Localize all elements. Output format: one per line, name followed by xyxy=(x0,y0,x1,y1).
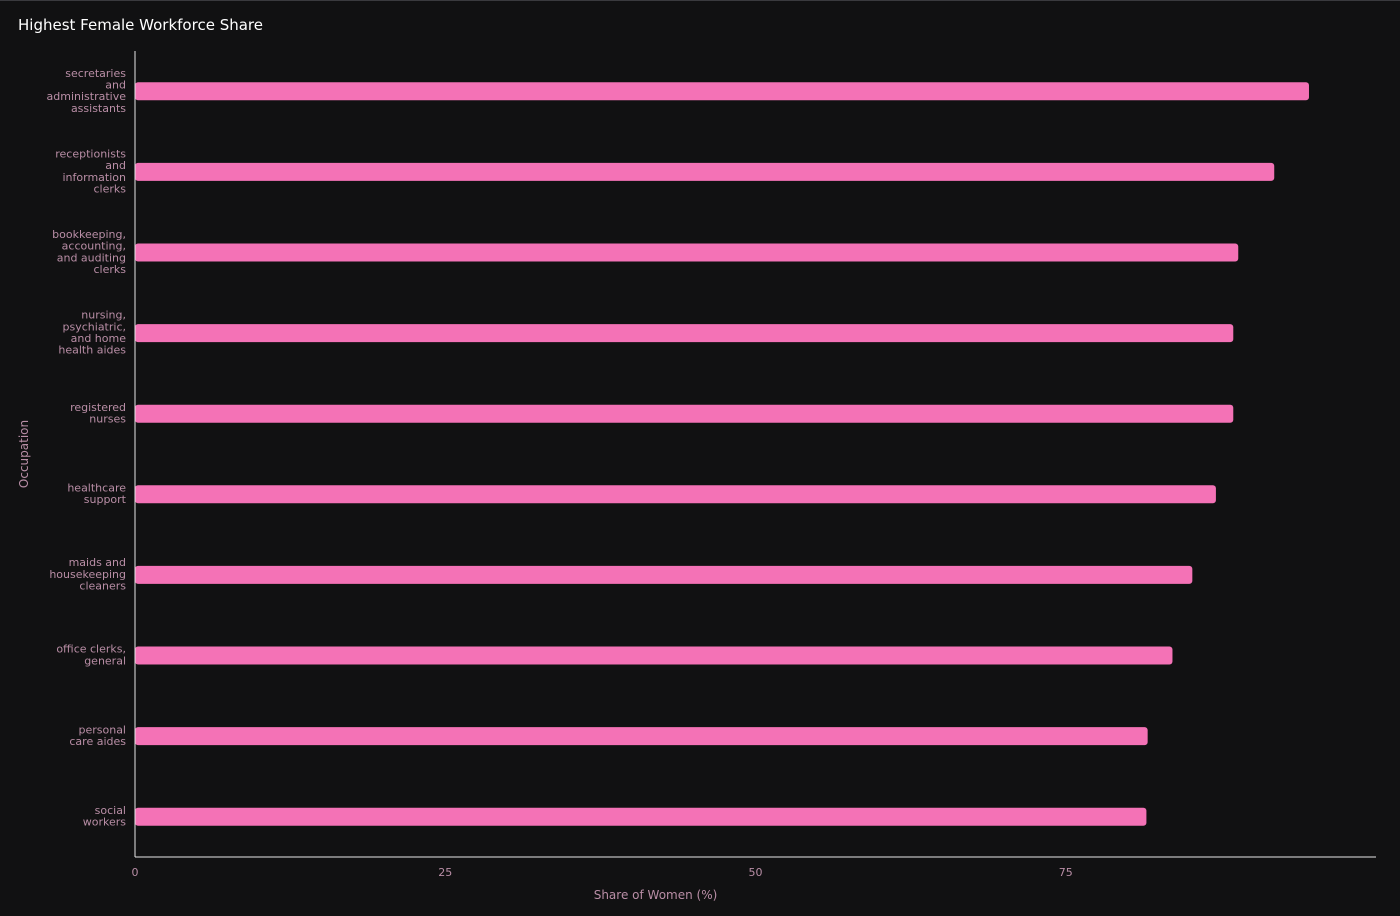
bar-6 xyxy=(135,565,1193,584)
bar-7 xyxy=(135,646,1173,665)
bar-chart: secretaries and administrative assistants re… xyxy=(17,51,1376,902)
x-tick-label-1: 25 xyxy=(438,866,452,879)
category-label-9: social workers xyxy=(83,804,127,829)
bar-4 xyxy=(135,404,1234,423)
x-tick-label-0: 0 xyxy=(132,866,139,879)
chart-frame: Highest Female Workforce Share secretari… xyxy=(0,0,1400,916)
category-label-0: secretaries and administrative assistants xyxy=(47,67,127,115)
bar-8 xyxy=(135,727,1148,746)
category-label-8: personal care aides xyxy=(69,723,126,748)
bar-1 xyxy=(135,162,1275,181)
category-label-7: office clerks, general xyxy=(56,643,126,668)
category-label-2: bookkeeping, accounting, and auditing clerk… xyxy=(52,228,126,276)
category-label-1: receptionists and information clerks xyxy=(55,147,126,195)
category-label-5: healthcare support xyxy=(67,481,126,506)
category-label-3: nursing, psychiatric, and home health aides xyxy=(58,309,126,357)
category-label-4: registered nurses xyxy=(70,401,126,426)
x-tick-label-2: 50 xyxy=(749,866,763,879)
bar-9 xyxy=(135,807,1147,826)
x-tick-label-3: 75 xyxy=(1059,866,1073,879)
bar-0 xyxy=(135,82,1309,101)
bar-5 xyxy=(135,485,1216,504)
x-axis-title: Share of Women (%) xyxy=(594,888,718,902)
y-axis-title: Occupation xyxy=(17,420,31,488)
category-label-6: maids and housekeeping cleaners xyxy=(49,556,126,592)
bar-2 xyxy=(135,243,1239,262)
bar-3 xyxy=(135,324,1234,343)
